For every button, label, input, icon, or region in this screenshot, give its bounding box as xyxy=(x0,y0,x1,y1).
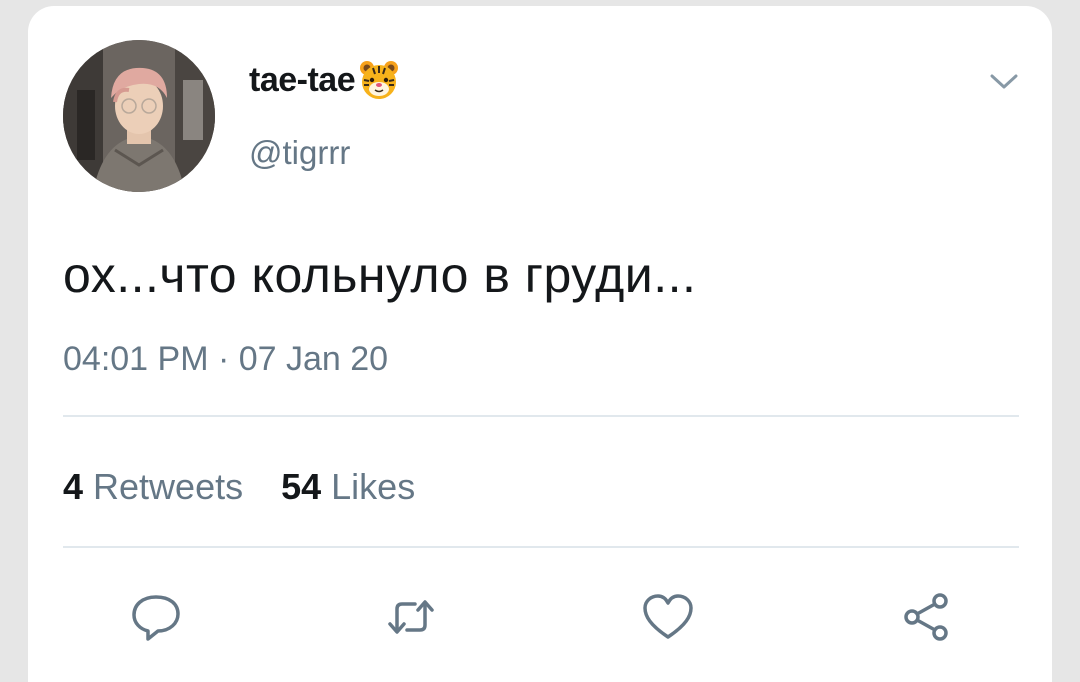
tweet-text: ох...что кольнуло в груди... xyxy=(63,247,697,303)
engagement-stats: 4 Retweets 54 Likes xyxy=(63,466,415,508)
reply-icon xyxy=(132,595,180,641)
retweets-label: Retweets xyxy=(93,466,244,507)
user-handle[interactable]: @tigrrr xyxy=(249,134,350,172)
likes-count: 54 xyxy=(281,466,322,507)
retweet-icon xyxy=(388,600,434,634)
share-button[interactable] xyxy=(900,589,956,645)
divider xyxy=(63,546,1019,548)
tweet-timestamp[interactable]: 04:01 PM · 07 Jan 20 xyxy=(63,340,388,379)
display-name[interactable]: tae-tae xyxy=(249,58,401,102)
tiger-face-icon xyxy=(360,61,399,99)
like-icon xyxy=(643,594,693,639)
tweet-card: tae-tae @tigrrr ох...что кольнуло в груд… xyxy=(28,6,1052,682)
retweets-count: 4 xyxy=(63,466,84,507)
like-button[interactable] xyxy=(640,589,696,645)
avatar[interactable] xyxy=(63,40,215,192)
likes-label: Likes xyxy=(331,466,416,507)
likes-stat[interactable]: 54 Likes xyxy=(281,466,415,508)
avatar-photo xyxy=(63,40,215,192)
divider xyxy=(63,415,1019,417)
chevron-down-icon[interactable] xyxy=(986,64,1022,100)
display-name-text[interactable]: tae-tae xyxy=(249,61,356,100)
retweet-button[interactable] xyxy=(383,589,439,645)
retweets-stat[interactable]: 4 Retweets xyxy=(63,466,243,508)
reply-button[interactable] xyxy=(128,589,184,645)
share-icon xyxy=(904,593,948,641)
